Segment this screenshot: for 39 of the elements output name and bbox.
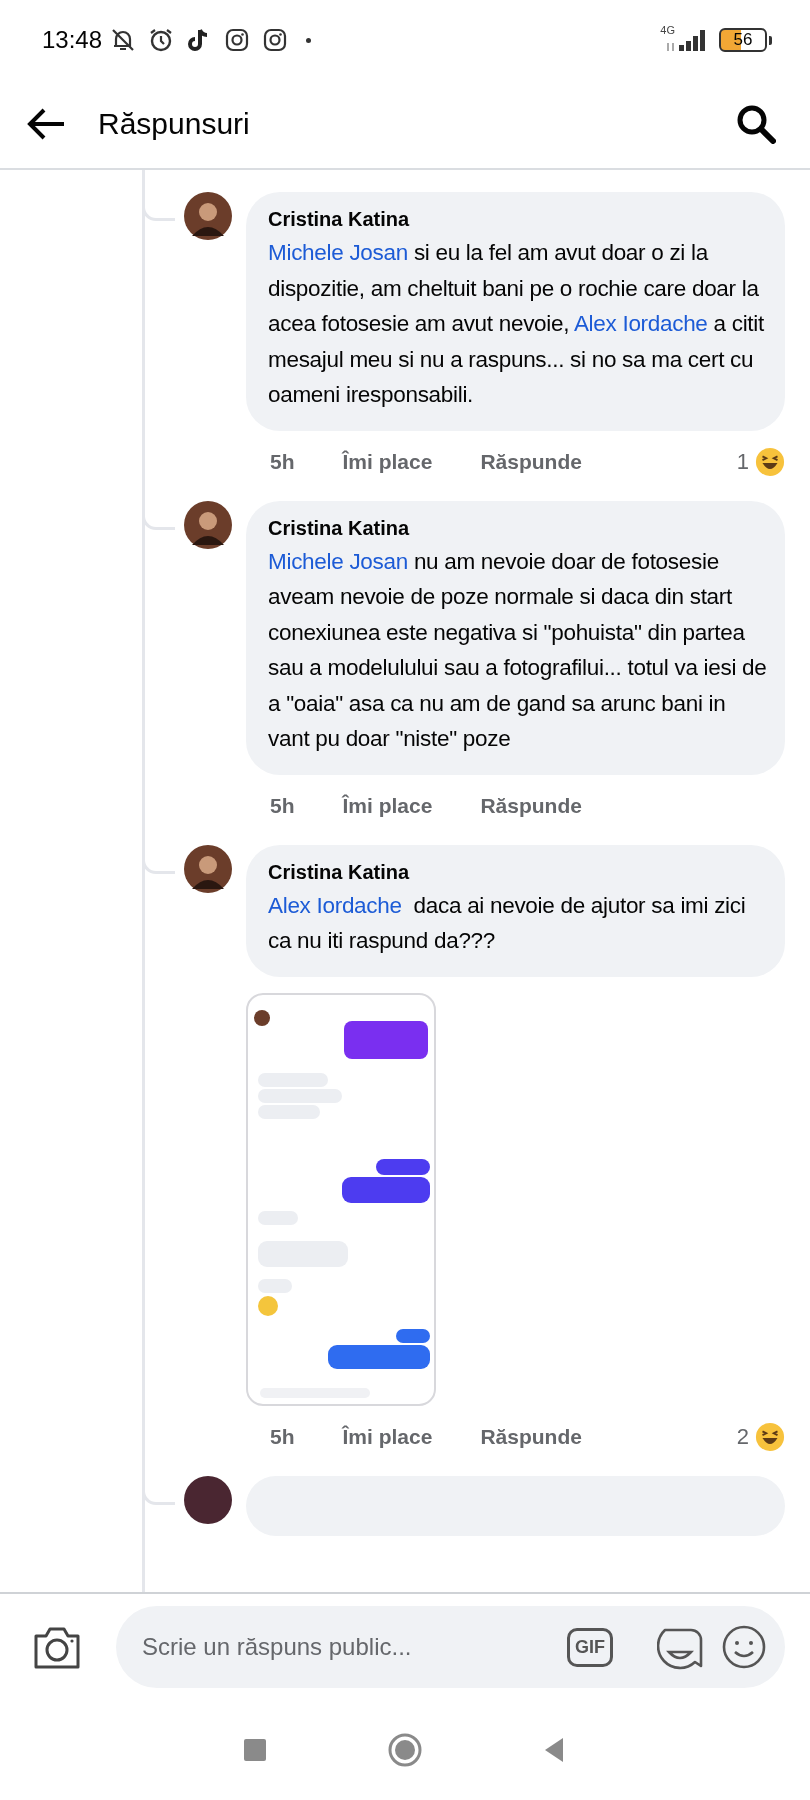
emoji-icon[interactable] <box>721 1624 767 1670</box>
laughing-face-icon <box>755 1421 785 1452</box>
comment-time: 5h <box>270 793 295 818</box>
camera-app-icon <box>262 27 289 53</box>
mention-link[interactable]: Michele Josan <box>268 548 408 574</box>
comment-text: Michele Josan nu am nevoie doar de fotosesie aveam nevoie de poze normale si daca din start conexiunea este negativa si "pohuista" din partea sau a modelulului sau a fotografilui... totul va iesi de a "oaia" asa ca nu am de gand sa arunc bani in vant pu doar "niste" poze <box>268 547 768 753</box>
laughing-face-icon <box>755 446 785 477</box>
clock: 13:48 <box>42 26 103 54</box>
mention-link[interactable]: Alex Iordache <box>573 311 708 336</box>
author-name[interactable]: Cristina Katina <box>268 860 769 884</box>
like-button[interactable]: Îmi place <box>342 1424 433 1449</box>
author-name[interactable]: Cristina Katina <box>268 516 769 540</box>
page-title: Răspunsuri <box>98 107 251 141</box>
comment-text: Michele Josan si eu la fel am avut doar o zi la dispozitie, am cheltuit bani pe o rochie care doar la acea fotosesie am avut nevoie, Alex Iordache a citit mesajul meu si nu a raspuns... si no sa ma cert cu oameni iresponsabili. <box>268 239 765 409</box>
reaction-count[interactable]: 1 <box>736 448 749 475</box>
comment-text: Alex Iordache daca ai nevoie de ajutor sa imi zici ca nu iti raspund da??? <box>268 891 747 955</box>
reply-button[interactable]: Răspunde <box>480 1424 582 1449</box>
avatar[interactable] <box>184 1475 232 1524</box>
comment-time: 5h <box>270 449 295 474</box>
avatar[interactable] <box>184 192 232 240</box>
comment-time: 5h <box>270 1424 295 1449</box>
search-icon[interactable] <box>736 104 776 144</box>
reply-button[interactable]: Răspunde <box>480 793 582 818</box>
reply-button[interactable]: Răspunde <box>480 449 582 474</box>
network-type: 4G <box>660 24 675 36</box>
mention-link[interactable]: Alex Iordache <box>268 892 402 918</box>
notification-dot <box>306 37 312 43</box>
home-icon[interactable] <box>387 1732 423 1768</box>
author-name[interactable]: Cristina Katina <box>268 208 769 231</box>
like-button[interactable]: Îmi place <box>342 449 433 474</box>
like-button[interactable]: Îmi place <box>342 793 433 818</box>
camera-app-icon <box>224 27 251 53</box>
avatar[interactable] <box>184 500 232 549</box>
reaction-count[interactable]: 2 <box>736 1423 749 1450</box>
back-arrow-icon[interactable] <box>26 107 66 141</box>
mention-link[interactable]: Michele Josan <box>268 240 408 265</box>
gif-button[interactable]: GIF <box>567 1627 613 1667</box>
avatar[interactable] <box>184 844 232 893</box>
reply-field[interactable]: Scrie un răspuns public... GIF <box>116 1606 785 1688</box>
